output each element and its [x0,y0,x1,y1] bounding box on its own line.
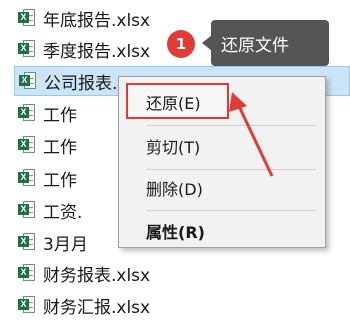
file-name: 工作 [43,105,77,126]
menu-item-delete[interactable]: 删除(D) [119,171,325,205]
file-name: 3月月 [43,234,88,255]
file-name: 财务报表.xlsx [43,265,151,286]
menu-separator [146,125,316,126]
menu-item-restore[interactable]: 还原(E) [119,85,325,119]
excel-file-icon: X [18,103,36,123]
menu-item-properties[interactable]: 属性(R) [119,214,325,248]
file-name: 季度报告.xlsx [43,41,151,62]
file-name: 工作 [43,170,77,191]
file-row[interactable]: X 财务汇报.xlsx [18,290,350,320]
menu-item-cut[interactable]: 剪切(T) [119,129,325,163]
excel-file-icon: X [18,135,36,155]
menu-separator [146,210,316,211]
file-name: 工作 [43,137,77,158]
step-number-badge: 1 [167,30,195,58]
excel-file-icon: X [18,168,36,188]
tooltip-text: 还原文件 [221,35,289,56]
excel-file-icon: X [18,200,36,220]
file-name: 工资. [43,202,83,223]
menu-separator [146,169,316,170]
excel-file-icon: X [18,39,36,59]
file-row[interactable]: X 财务报表.xlsx [18,258,350,288]
excel-file-icon: X [18,295,36,315]
context-menu: 还原(E) 剪切(T) 删除(D) 属性(R) [118,76,326,248]
file-name: 财务汇报.xlsx [43,297,151,318]
excel-file-icon: X [18,263,36,283]
excel-file-icon: X [18,8,36,28]
excel-file-icon: X [18,232,36,252]
excel-file-icon: X [19,71,37,91]
tooltip-bubble: 还原文件 [211,20,329,66]
file-name: 年底报告.xlsx [43,10,151,31]
